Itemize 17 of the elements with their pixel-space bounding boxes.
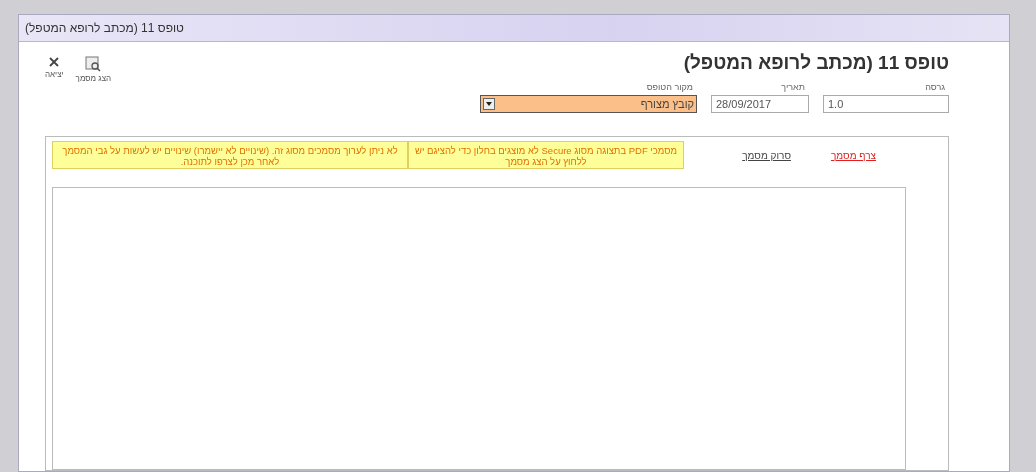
preview-button[interactable]: הצג מסמך — [75, 56, 112, 83]
close-icon — [48, 56, 61, 68]
tab-link[interactable]: צרף מסמך — [830, 149, 876, 161]
dropdown-arrow-icon — [486, 102, 492, 106]
field-label: תאריך — [781, 82, 806, 92]
exit-button[interactable]: יציאה — [45, 56, 64, 79]
form-heading: טופס 11 (מכתב לרופא המטפל) — [683, 52, 949, 74]
warning-note: מסמכי PDF בתצוגה מסוג Secure לא מוצגים בחלון כדי להציגם יש ללחוץ על הצג מסמך — [408, 141, 684, 169]
document-preview-icon — [85, 56, 102, 72]
field-label: גרסה — [925, 82, 946, 92]
field-label: מקור הטופס — [646, 82, 694, 92]
warning-note: לא ניתן לערוך מסמכים מסוג זה. (שינויים לא יישמרו) שינויים יש לעשות על גבי המסמך לאחר מכן לצרפו לתוכנה. — [52, 141, 408, 169]
source-dropdown[interactable]: קובץ מצורף — [480, 95, 697, 113]
version-field[interactable]: 1.0 — [823, 95, 949, 113]
window-title: טופס 11 (מכתב לרופא המטפל) — [25, 21, 184, 35]
tab-link[interactable]: סרוק מסמך — [742, 149, 791, 161]
date-field[interactable]: 28/09/2017 — [711, 95, 809, 113]
